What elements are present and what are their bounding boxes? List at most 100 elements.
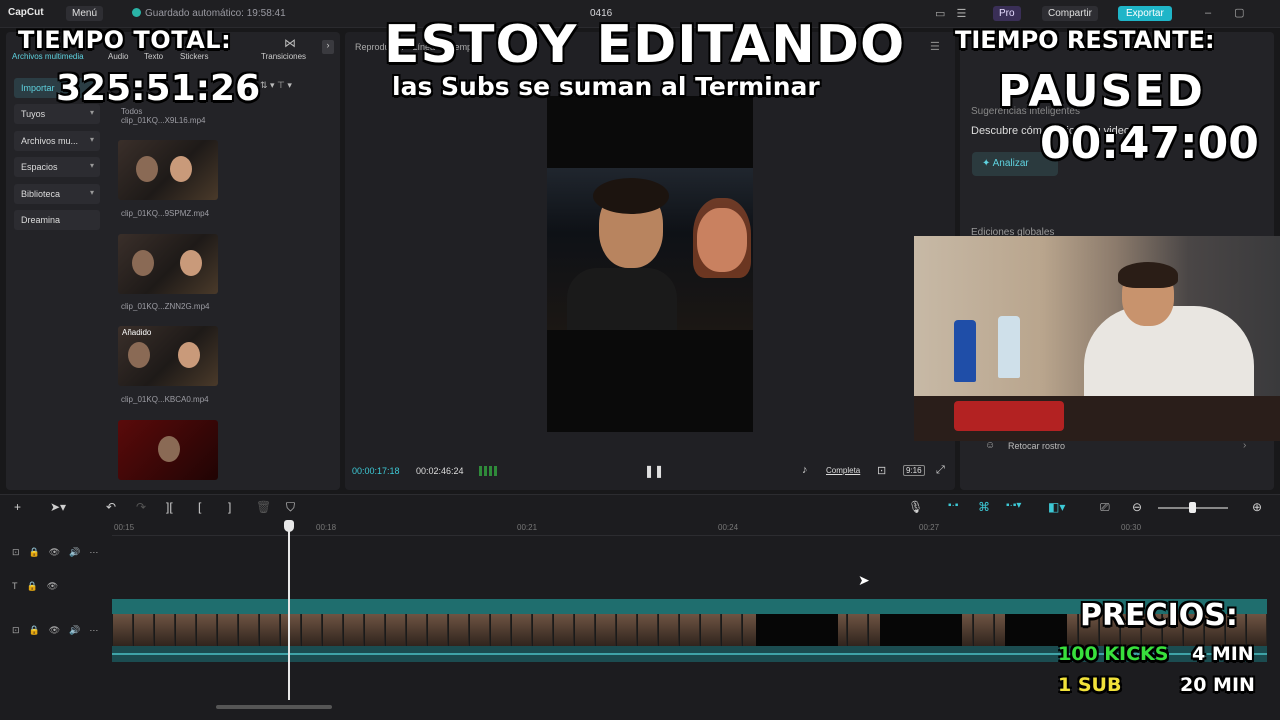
preview-axis-icon[interactable]: ◧▾ <box>1048 500 1065 514</box>
redo-icon[interactable]: ↷ <box>136 500 146 514</box>
clip-frame <box>679 614 699 646</box>
sub-price-time: 20 MIN <box>1180 674 1255 696</box>
ruler-tick: 00:21 <box>517 523 538 532</box>
timer-status: PAUSED <box>998 66 1205 117</box>
clip-frame <box>574 614 594 646</box>
zoom-out-icon[interactable]: ⊖ <box>1132 500 1142 514</box>
clip-frame <box>973 614 993 646</box>
chevron-down-icon: ▾ <box>89 108 94 117</box>
layout-icons[interactable]: ▭ ☰ <box>935 7 970 20</box>
bottle-icon <box>954 320 976 382</box>
sidebar-item-label: Tuyos <box>21 109 46 119</box>
window-controls[interactable]: – ▢ <box>1205 6 1255 19</box>
delete-icon[interactable]: 🗑 <box>256 500 271 514</box>
player-menu-icon[interactable]: ☰ <box>930 40 940 53</box>
clip-frame <box>406 614 426 646</box>
clip-frame <box>553 614 573 646</box>
autosave-icon <box>132 8 141 17</box>
ruler-tick: 00:18 <box>316 523 337 532</box>
clip-frame <box>217 614 237 646</box>
clip-frame <box>280 614 300 646</box>
ruler-tick: 00:27 <box>919 523 940 532</box>
mousepad <box>954 401 1064 431</box>
link-icon[interactable]: ⌘ <box>978 500 990 514</box>
sidebar-item-label: Dreamina <box>21 215 61 225</box>
split-icon[interactable]: ][ <box>166 500 173 514</box>
chevron-down-icon: ▾ <box>89 135 94 144</box>
clip-frame <box>175 614 195 646</box>
zoom-slider-handle[interactable] <box>1189 502 1196 513</box>
sidebar-item-media-files[interactable]: Archivos mu... ▾ <box>14 131 100 151</box>
streamer-hair <box>1118 262 1178 288</box>
tiktok-icon[interactable]: ♪ <box>802 464 808 476</box>
trim-right-icon[interactable]: ] <box>228 500 231 514</box>
magnet-icon[interactable]: ▪·▪ <box>948 500 958 511</box>
ruler-tick: 00:30 <box>1121 523 1142 532</box>
clip-frame <box>259 614 279 646</box>
fit-screen-icon[interactable]: ⊡ <box>877 464 886 477</box>
track-controls-main[interactable]: ⊡🔒👁🔊⋯ <box>12 625 107 636</box>
media-thumbnail[interactable] <box>118 234 218 294</box>
clip-frame <box>595 614 615 646</box>
select-tool-icon[interactable]: ➤▾ <box>50 500 66 514</box>
media-thumbnail[interactable] <box>118 140 218 200</box>
tab-transitions[interactable]: Transiciones <box>261 52 306 61</box>
trim-left-icon[interactable]: [ <box>198 500 201 514</box>
media-thumbnail[interactable] <box>118 420 218 480</box>
ratio-button[interactable]: 9:16 <box>903 465 925 476</box>
snap-icon[interactable]: ▪·▪▾ <box>1006 500 1021 511</box>
chevron-right-icon: › <box>1243 440 1247 451</box>
clip-name: clip_01KQ...ZNN2G.mp4 <box>121 302 210 311</box>
clip-gap <box>880 614 962 646</box>
sort-icon[interactable]: ⇅ ▾ ⊤ ▾ <box>260 80 292 91</box>
clip-frame <box>511 614 531 646</box>
menu-button[interactable]: Menú <box>66 6 104 21</box>
clip-frame <box>427 614 447 646</box>
tabs-next-icon[interactable]: › <box>322 40 334 54</box>
playhead-handle[interactable] <box>284 520 294 532</box>
sidebar-item-dreamina[interactable]: Dreamina <box>14 210 100 230</box>
track-controls-overlay[interactable]: ⊡🔒👁🔊⋯ <box>12 547 107 558</box>
undo-icon[interactable]: ↶ <box>106 500 116 514</box>
track-controls-text[interactable]: T🔒👁 <box>12 581 67 592</box>
playhead[interactable] <box>288 520 290 700</box>
fullscreen-icon[interactable]: ⤢ <box>936 464 945 477</box>
share-button[interactable]: Compartir <box>1042 6 1098 21</box>
zoom-in-icon[interactable]: ⊕ <box>1252 500 1262 514</box>
screen-icon[interactable]: ⎚ <box>1100 500 1110 515</box>
sidebar-item-spaces[interactable]: Espacios ▾ <box>14 157 100 177</box>
capcut-window: CapCut Menú Guardado automático: 19:58:4… <box>0 0 1280 720</box>
transitions-icon: ⋈ <box>284 36 296 50</box>
clip-frame <box>196 614 216 646</box>
clip-gap <box>756 614 838 646</box>
chevron-down-icon: ▾ <box>89 188 94 197</box>
clip-name: clip_01KQ...KBCA0.mp4 <box>121 395 209 404</box>
preview-hair <box>693 198 751 278</box>
timeline-scrollbar[interactable] <box>216 705 332 709</box>
pause-icon[interactable]: ❚❚ <box>644 464 664 478</box>
pro-button[interactable]: Pro <box>993 6 1021 21</box>
thumbnail-face <box>178 342 200 368</box>
sidebar-item-label: Importar <box>21 83 55 93</box>
kicks-price-time: 4 MIN <box>1192 643 1254 665</box>
autosave-status: Guardado automático: 19:58:41 <box>132 8 286 19</box>
app-logo: CapCut <box>8 7 44 18</box>
preview-hair <box>593 178 669 214</box>
thumbnail-face <box>170 156 192 182</box>
preview-jacket <box>567 268 677 330</box>
clip-frame <box>364 614 384 646</box>
face-retouch-icon: ☺ <box>985 440 996 451</box>
export-button[interactable]: Exportar <box>1118 6 1172 21</box>
sidebar-item-library[interactable]: Biblioteca ▾ <box>14 184 100 204</box>
microphone-icon[interactable]: 🎙 <box>908 500 923 514</box>
sidebar-item-label: Biblioteca <box>21 189 61 199</box>
retouch-face-item[interactable]: Retocar rostro <box>1008 441 1065 451</box>
add-track-icon[interactable]: + <box>14 500 21 514</box>
total-time: 00:02:46:24 <box>416 466 464 476</box>
clip-name: clip_01KQ...9SPMZ.mp4 <box>121 209 210 218</box>
clip-frame <box>301 614 321 646</box>
media-thumbnail[interactable]: Añadido <box>118 326 218 386</box>
shield-icon[interactable]: ⛉ <box>286 500 295 515</box>
total-time-value: 325:51:26 <box>56 68 261 109</box>
full-quality-button[interactable]: Completa <box>826 466 860 475</box>
